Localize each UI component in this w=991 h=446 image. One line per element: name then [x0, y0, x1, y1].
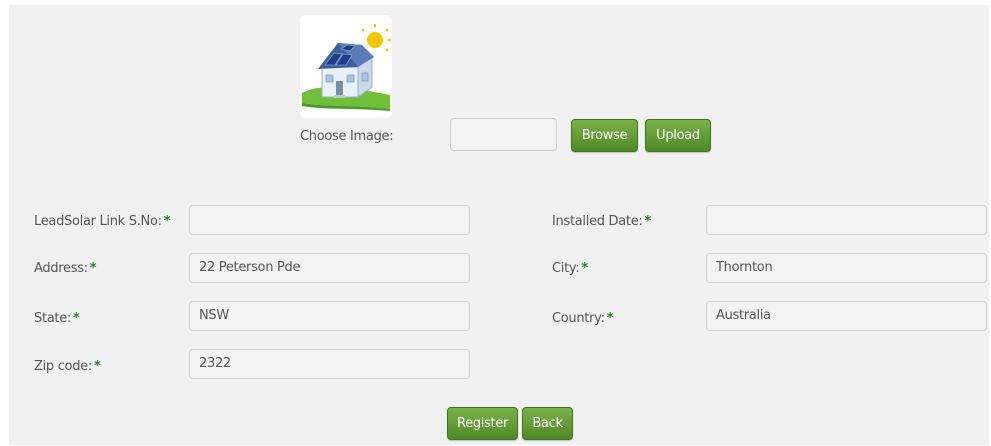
zip-code-input[interactable]: 2322	[189, 349, 470, 379]
leadsolar-label-text: LeadSolar Link S.No:	[34, 214, 162, 229]
city-label: City: *	[552, 261, 588, 276]
solar-house-icon	[302, 24, 391, 111]
upload-button[interactable]: Upload	[645, 119, 711, 152]
state-label: State: *	[34, 311, 80, 326]
zip-code-label-text: Zip code:	[34, 359, 92, 374]
installed-date-input[interactable]	[706, 205, 987, 235]
required-mark: *	[73, 311, 80, 326]
address-label: Address: *	[34, 261, 97, 276]
leadsolar-sno-input[interactable]	[189, 205, 470, 235]
city-label-text: City:	[552, 261, 580, 276]
state-input[interactable]: NSW	[189, 301, 470, 331]
country-input[interactable]: Australia	[706, 301, 987, 331]
required-mark: *	[89, 261, 97, 276]
back-button[interactable]: Back	[522, 407, 573, 440]
register-button[interactable]: Register	[447, 407, 518, 440]
browse-button[interactable]: Browse	[571, 119, 638, 152]
country-label-text: Country:	[552, 311, 605, 326]
file-path-field[interactable]	[450, 118, 557, 151]
required-mark: *	[163, 214, 171, 229]
zip-code-label: Zip code: *	[34, 359, 101, 374]
image-preview	[300, 15, 392, 118]
required-mark: *	[581, 261, 588, 276]
address-label-text: Address:	[34, 261, 88, 276]
state-label-text: State:	[34, 311, 71, 326]
choose-image-label: Choose Image:	[300, 129, 394, 144]
city-input[interactable]: Thornton	[706, 253, 987, 283]
required-mark: *	[93, 359, 101, 374]
required-mark: *	[606, 311, 614, 326]
required-mark: *	[644, 214, 651, 229]
address-input[interactable]: 22 Peterson Pde	[189, 253, 470, 283]
installed-date-label: Installed Date: *	[552, 214, 651, 229]
country-label: Country: *	[552, 311, 613, 326]
installed-date-label-text: Installed Date:	[552, 214, 643, 229]
leadsolar-label: LeadSolar Link S.No: *	[34, 214, 170, 229]
